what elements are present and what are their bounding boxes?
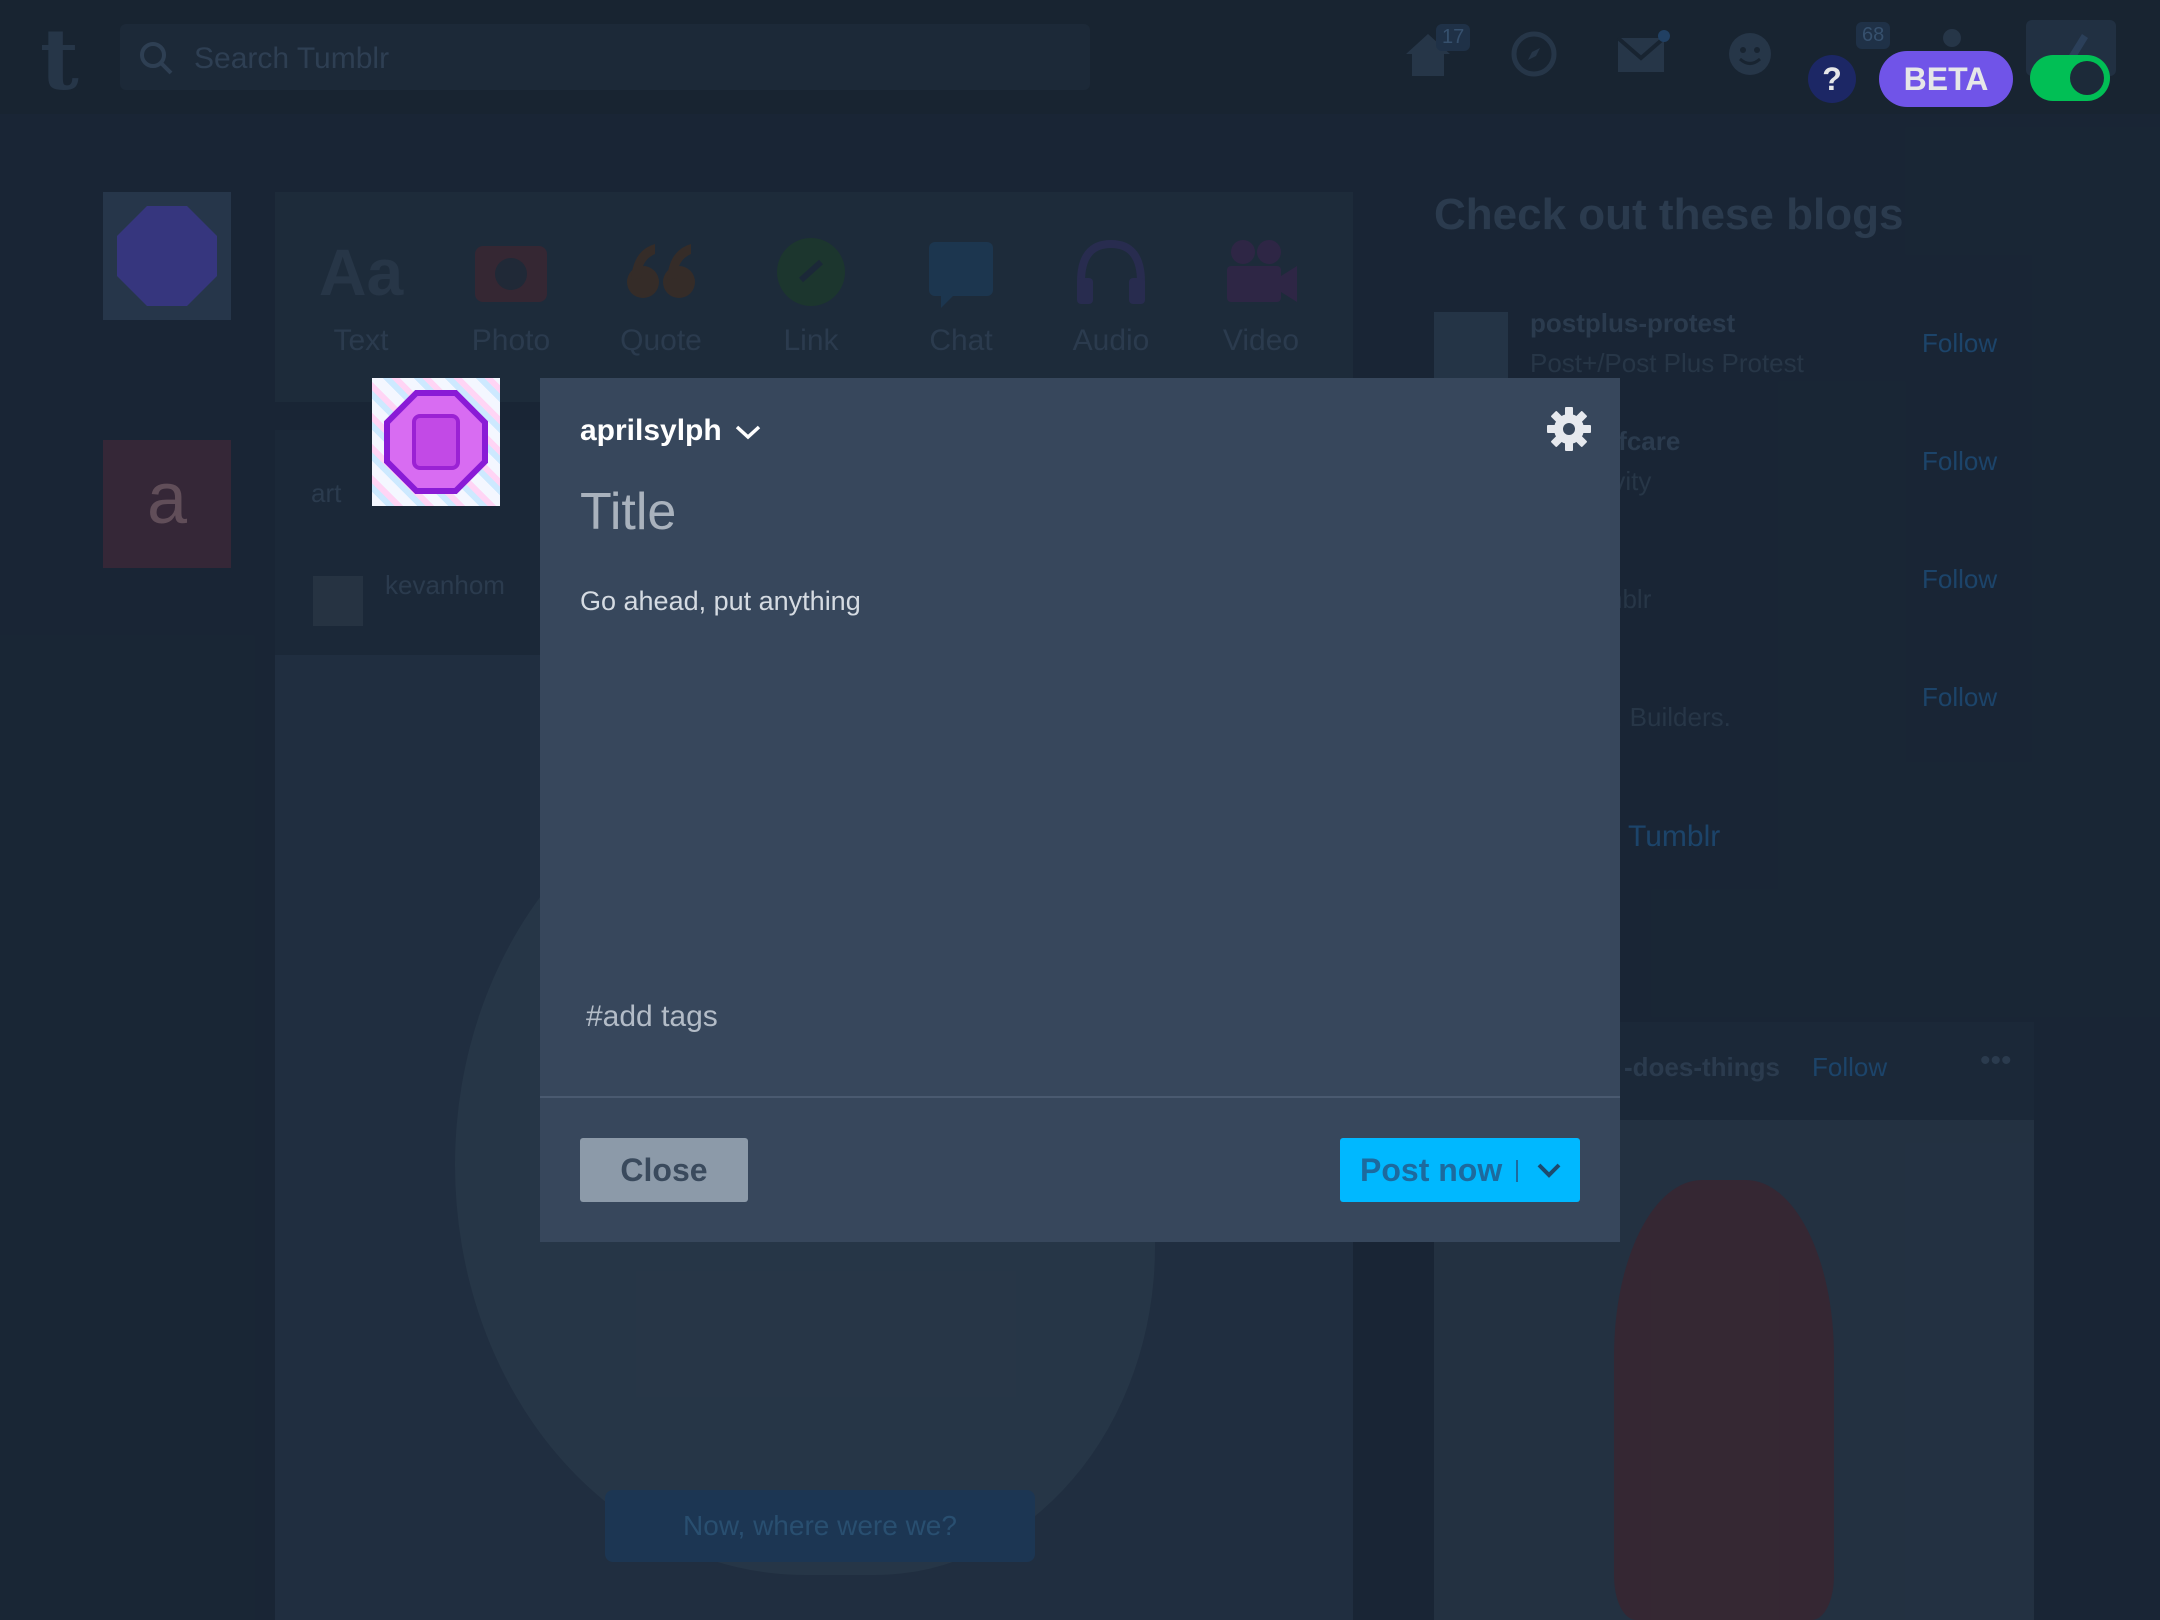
tags-input[interactable]: #add tags [586, 1000, 718, 1034]
blog-avatar-image [372, 378, 500, 506]
post-now-button[interactable]: Post now [1340, 1138, 1580, 1202]
post-now-label: Post now [1360, 1152, 1503, 1188]
blog-name: aprilsylph [580, 414, 722, 447]
modal-footer-divider [540, 1096, 1620, 1098]
blog-selector[interactable]: aprilsylph [580, 414, 762, 448]
post-body-input[interactable]: Go ahead, put anything [580, 586, 1560, 617]
button-separator [1516, 1160, 1518, 1182]
close-button[interactable]: Close [580, 1138, 748, 1202]
avatar-coin-core [412, 414, 460, 470]
chevron-down-icon [735, 425, 760, 440]
chevron-down-icon[interactable] [1536, 1160, 1562, 1180]
text-post-modal: aprilsylph Title Go ahead, put anything … [540, 378, 1620, 1242]
gear-icon[interactable] [1546, 406, 1592, 452]
post-title-input[interactable]: Title [580, 482, 1560, 542]
